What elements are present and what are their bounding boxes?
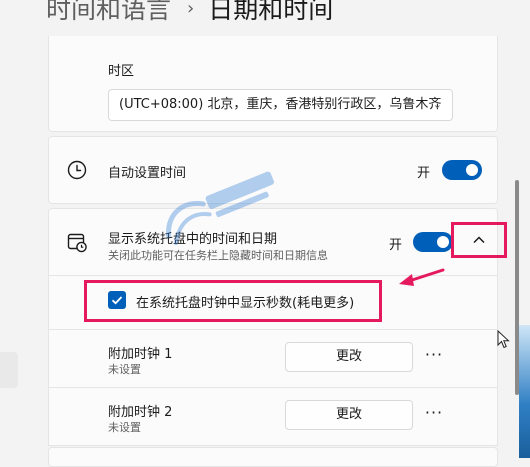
clock-2-status: 未设置: [108, 421, 141, 434]
breadcrumb: 时间和语言 › 日期和时间: [46, 0, 333, 26]
calendar-clock-icon: [67, 233, 87, 253]
timezone-value: (UTC+08:00) 北京，重庆，香港特别行政区，乌鲁木齐: [119, 97, 442, 112]
toggle-knob: [437, 236, 449, 248]
more-icon[interactable]: ···: [422, 345, 446, 369]
annotation-arrow: [399, 268, 445, 286]
checkmark-icon: [111, 296, 123, 305]
clock-2-change-button[interactable]: 更改: [285, 400, 413, 430]
next-card: [48, 447, 498, 467]
tray-title: 显示系统托盘中的时间和日期: [108, 232, 278, 247]
expand-collapse-button[interactable]: [451, 222, 507, 258]
chevron-down-icon: ⌄: [432, 98, 442, 111]
auto-time-title: 自动设置时间: [108, 166, 187, 181]
tray-description: 关闭此功能可在任务栏上隐藏时间和日期信息: [108, 249, 328, 262]
tray-state: 开: [389, 238, 403, 253]
clock-1-title: 附加时钟 1: [108, 347, 173, 362]
more-icon[interactable]: ···: [422, 403, 446, 427]
seconds-option-label: 在系统托盘时钟中显示秒数(耗电更多): [136, 296, 355, 311]
seconds-checkbox[interactable]: [108, 291, 126, 309]
chevron-up-icon: [473, 236, 485, 244]
timezone-dropdown[interactable]: (UTC+08:00) 北京，重庆，香港特别行政区，乌鲁木齐 ⌄: [108, 89, 453, 121]
tray-toggle[interactable]: [413, 232, 453, 252]
clock-icon: [67, 160, 87, 180]
auto-time-state: 开: [417, 166, 431, 181]
breadcrumb-parent[interactable]: 时间和语言: [46, 0, 171, 26]
toggle-knob: [466, 164, 478, 176]
page-title: 日期和时间: [208, 0, 334, 24]
breadcrumb-separator: ›: [187, 0, 195, 19]
nav-item-hover[interactable]: [0, 352, 18, 388]
clock-1-change-button[interactable]: 更改: [285, 342, 413, 372]
desktop-background: [519, 325, 530, 458]
clock-2-title: 附加时钟 2: [108, 405, 173, 420]
timezone-label: 时区: [108, 64, 135, 79]
clock-1-status: 未设置: [108, 363, 141, 376]
cursor-icon: [497, 330, 510, 349]
auto-time-toggle[interactable]: [442, 160, 482, 180]
